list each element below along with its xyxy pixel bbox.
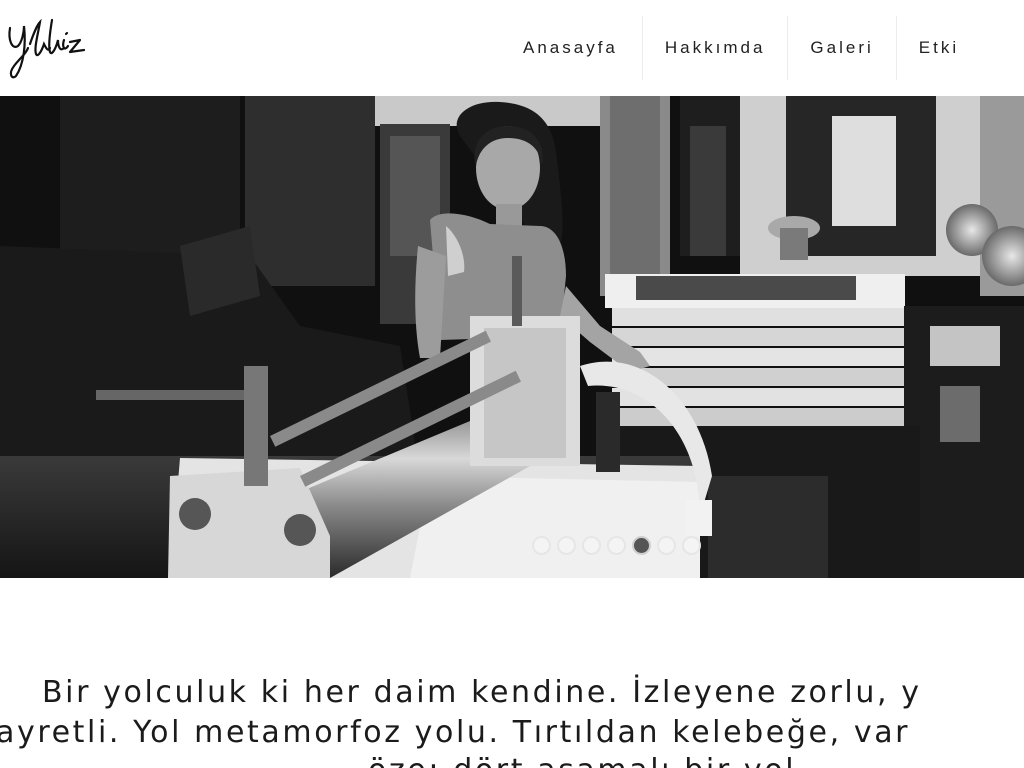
slider-dot-5-active[interactable]	[632, 536, 651, 555]
slider-dot-3[interactable]	[582, 536, 601, 555]
hero-slider[interactable]	[0, 96, 1024, 578]
slider-dot-4[interactable]	[607, 536, 626, 555]
main-nav: Anasayfa Hakkımda Galeri Etki	[500, 16, 981, 80]
slider-dot-6[interactable]	[657, 536, 676, 555]
intro-text: Bir yolculuk ki her daim kendine. İzleye…	[0, 672, 1024, 768]
nav-item-etkinlikler[interactable]: Etki	[895, 16, 981, 80]
intro-line-3: öze; dört aşamalı bir yol.	[368, 756, 808, 768]
nav-item-galeri[interactable]: Galeri	[787, 16, 895, 80]
site-header: Anasayfa Hakkımda Galeri Etki	[0, 0, 1024, 96]
nav-item-anasayfa[interactable]: Anasayfa	[500, 16, 642, 80]
slider-dot-2[interactable]	[557, 536, 576, 555]
slider-dot-7[interactable]	[682, 536, 701, 555]
logo-signature	[8, 18, 86, 79]
hero-photo	[0, 96, 1024, 578]
site-logo[interactable]	[4, 14, 88, 82]
slider-pagination	[532, 536, 701, 555]
intro-line-1: Bir yolculuk ki her daim kendine. İzleye…	[42, 675, 922, 710]
intro-line-2: ayretli. Yol metamorfoz yolu. Tırtıldan …	[0, 715, 911, 750]
slider-dot-1[interactable]	[532, 536, 551, 555]
nav-item-hakkimda[interactable]: Hakkımda	[641, 16, 788, 80]
